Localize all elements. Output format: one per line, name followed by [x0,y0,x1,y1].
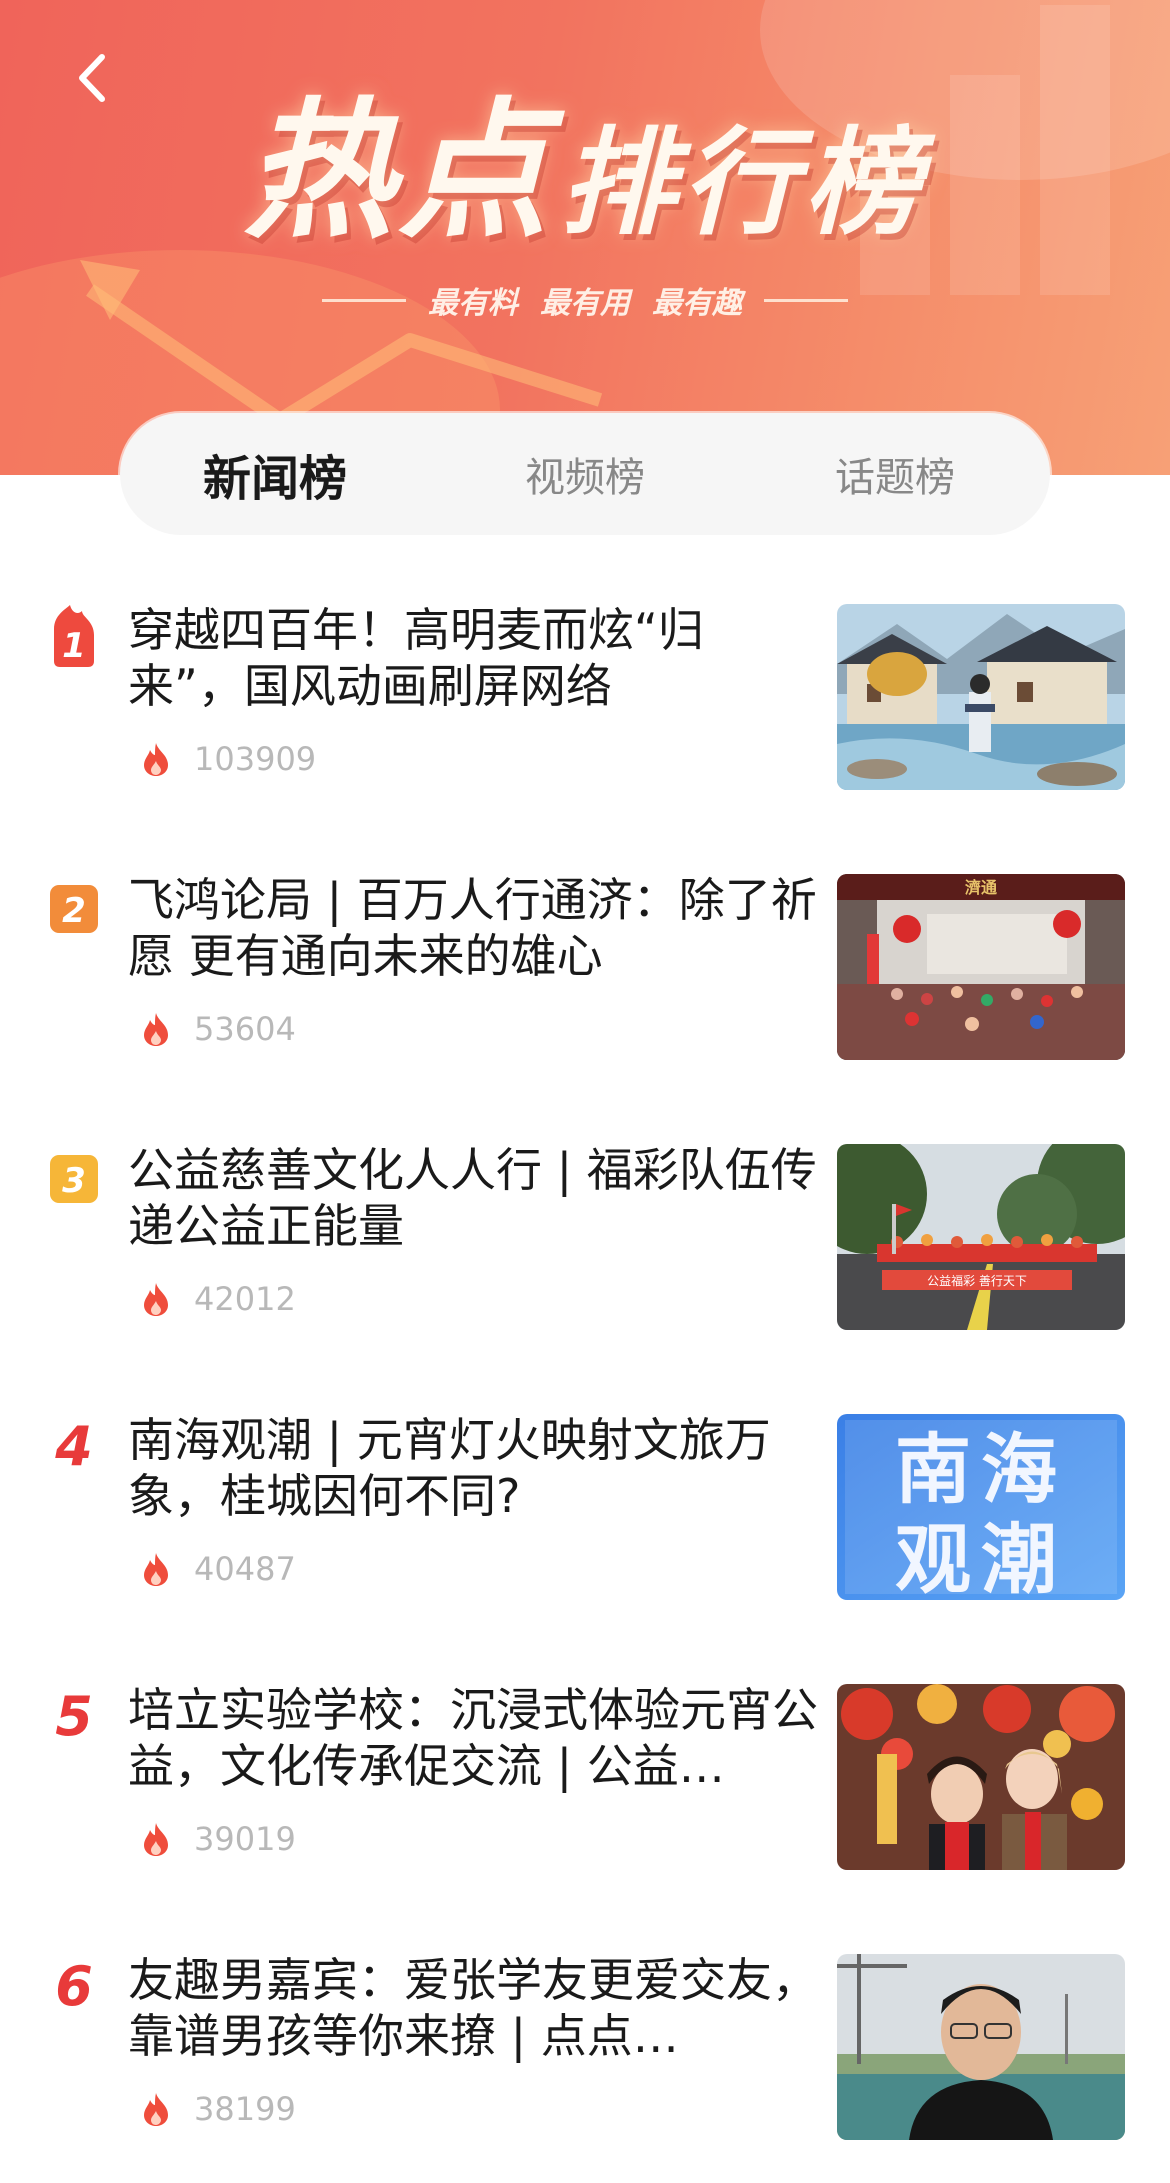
flame-icon [144,2093,168,2126]
item-title[interactable]: 飞鸿论局 | 百万人行通济：除了祈愿 更有通向未来的雄心 [128,872,818,984]
heat-count: 103909 [140,740,316,778]
flame-icon [144,1823,168,1856]
ancient-village-image [837,604,1125,790]
item-thumbnail[interactable] [837,604,1125,790]
list-item[interactable]: 2 飞鸿论局 | 百万人行通济：除了祈愿 更有通向未来的雄心 53604 濟通 [0,860,1170,1130]
ranking-tabs: 新闻榜 视频榜 话题榜 [120,413,1050,535]
list-item[interactable]: 4 南海观潮 | 元宵灯火映射文旅万象，桂城因何不同? 40487 南海 观潮 [0,1400,1170,1670]
heat-count: 42012 [140,1280,296,1318]
heat-count: 53604 [140,1010,296,1048]
tab-news[interactable]: 新闻榜 [120,439,430,509]
heat-count: 40487 [140,1550,296,1588]
thumb-text: 濟通 [965,878,997,897]
heat-count: 38199 [140,2090,296,2128]
hero-title-hot: 热点 [243,85,552,259]
tagline-item: 最有用 [540,286,630,321]
heat-count: 39019 [140,1820,296,1858]
tagline-item: 最有趣 [652,286,742,321]
item-thumbnail[interactable] [837,1684,1125,1870]
rank-badge-icon: 3 [50,1155,98,1203]
item-title[interactable]: 穿越四百年！高明麦而炫“归来”，国风动画刷屏网络 [128,602,818,714]
hero-banner: 热点排行榜 最有料 最有用 最有趣 [0,0,1170,475]
item-title[interactable]: 公益慈善文化人人行 | 福彩队伍传递公益正能量 [128,1142,818,1254]
tagline-divider [764,298,848,302]
title-card-image: 南海 观潮 [837,1414,1125,1600]
heat-number: 42012 [194,1280,296,1318]
rank-number: 2 [62,891,86,931]
hero-title-ranking: 排行榜 [560,116,926,251]
flame-icon [144,1553,168,1586]
item-title[interactable]: 友趣男嘉宾：爱张学友更爱交友，靠谱男孩等你来撩 | 点点… [128,1952,818,2064]
item-thumbnail[interactable]: 濟通 [837,874,1125,1060]
thumb-text: 公益福彩 善行天下 [927,1273,1027,1288]
crowd-gate-image: 濟通 [837,874,1125,1060]
hero-title: 热点排行榜 [0,50,1170,267]
rank-number: 6 [55,1955,93,2018]
heat-number: 40487 [194,1550,296,1588]
tagline-item: 最有料 [428,286,518,321]
flame-icon [144,1013,168,1046]
heat-number: 53604 [194,1010,296,1048]
festival-people-image [837,1684,1125,1870]
tab-topic[interactable]: 话题榜 [740,445,1050,503]
rank-number: 5 [55,1685,93,1748]
thumb-text: 观潮 [895,1515,1067,1600]
rank-number: 4 [55,1415,93,1478]
rank-badge-icon: 1 [54,605,94,667]
item-title[interactable]: 南海观潮 | 元宵灯火映射文旅万象，桂城因何不同? [128,1412,818,1524]
heat-number: 103909 [194,740,317,778]
news-list: 1 穿越四百年！高明麦而炫“归来”，国风动画刷屏网络 103909 2 飞鸿论局… [0,590,1170,2183]
item-thumbnail[interactable] [837,1954,1125,2140]
heat-number: 39019 [194,1820,296,1858]
item-thumbnail[interactable]: 公益福彩 善行天下 [837,1144,1125,1330]
parade-banner-image: 公益福彩 善行天下 [837,1144,1125,1330]
rank-badge-icon: 2 [50,885,98,933]
thumb-text: 南海 [895,1425,1067,1514]
list-item[interactable]: 1 穿越四百年！高明麦而炫“归来”，国风动画刷屏网络 103909 [0,590,1170,860]
portrait-image [837,1954,1125,2140]
tagline-divider [322,298,406,302]
item-title[interactable]: 培立实验学校：沉浸式体验元宵公益，文化传承促交流 | 公益… [128,1682,818,1794]
list-item[interactable]: 6 友趣男嘉宾：爱张学友更爱交友，靠谱男孩等你来撩 | 点点… 38199 [0,1940,1170,2183]
flame-icon [144,1283,168,1316]
tab-video[interactable]: 视频榜 [430,445,740,503]
list-item[interactable]: 5 培立实验学校：沉浸式体验元宵公益，文化传承促交流 | 公益… 39019 [0,1670,1170,1940]
rank-number: 3 [62,1161,86,1201]
flame-icon [144,743,168,776]
item-thumbnail[interactable]: 南海 观潮 [837,1414,1125,1600]
rank-number: 1 [62,626,86,666]
list-item[interactable]: 3 公益慈善文化人人行 | 福彩队伍传递公益正能量 42012 公益福彩 善行天… [0,1130,1170,1400]
heat-number: 38199 [194,2090,296,2128]
hero-tagline: 最有料 最有用 最有趣 [0,278,1170,322]
